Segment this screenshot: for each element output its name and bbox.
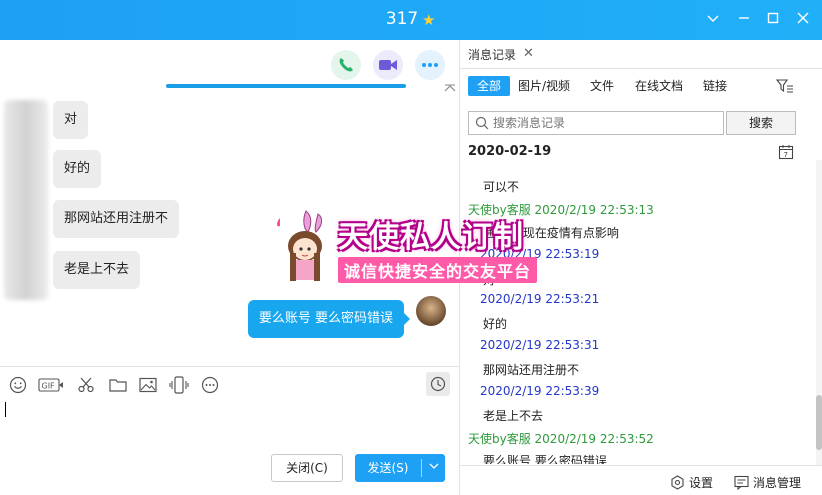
title-bar: 317 ★	[0, 0, 822, 40]
history-search-field[interactable]	[468, 111, 724, 135]
message-manager-button[interactable]: 消息管理	[734, 474, 801, 491]
send-button-label: 发送(S)	[367, 461, 409, 475]
message-manager-label: 消息管理	[753, 476, 802, 490]
svg-text:7: 7	[784, 151, 788, 159]
folder-icon[interactable]	[108, 375, 128, 395]
collapse-up-icon[interactable]	[444, 84, 458, 94]
close-icon[interactable]: ✕	[523, 46, 534, 61]
filter-media[interactable]: 图片/视频	[518, 76, 570, 96]
search-button[interactable]: 搜索	[726, 111, 796, 135]
close-chat-button[interactable]: 关闭(C)	[271, 454, 343, 482]
tab-divider	[460, 68, 822, 69]
settings-label: 设置	[689, 476, 714, 490]
filter-icon[interactable]	[775, 77, 794, 95]
sender-avatar-blurred	[4, 100, 48, 300]
history-meta: 2020/2/19 22:53:39	[480, 384, 600, 398]
composer-toolbar: GIF	[0, 366, 459, 402]
more-options-button[interactable]	[415, 50, 445, 80]
history-footer: 设置 消息管理	[460, 465, 822, 495]
chat-pane: 对 好的 那网站还用注册不 老是上不去 要么账号 要么密码错误 GIF 关闭(C…	[0, 40, 460, 495]
clock-icon	[430, 376, 446, 392]
more-icon	[422, 63, 438, 67]
history-date: 2020-02-19	[468, 144, 552, 159]
emoji-icon[interactable]	[8, 375, 28, 395]
message-bubble: 好的	[53, 150, 102, 188]
filter-files[interactable]: 文件	[590, 76, 614, 96]
close-icon[interactable]	[792, 9, 814, 31]
message-bubble: 老是上不去	[53, 251, 141, 289]
history-meta: 天使by客服 2020/2/19 22:53:52	[468, 432, 654, 446]
history-meta: 2020/2/19 22:53:21	[480, 292, 600, 306]
filter-links[interactable]: 链接	[703, 76, 727, 96]
history-message: 好的	[483, 317, 508, 331]
history-meta: 2020/2/19 22:53:31	[480, 338, 600, 352]
message-manager-icon	[734, 475, 749, 490]
history-message: 对	[483, 273, 496, 287]
calendar-icon[interactable]: 7	[778, 144, 794, 160]
my-avatar[interactable]	[416, 296, 446, 326]
history-row-partial	[468, 162, 816, 164]
contact-name: 317	[385, 9, 419, 29]
video-call-button[interactable]	[373, 50, 403, 80]
minimize-icon[interactable]	[733, 9, 755, 31]
send-options-dropdown[interactable]	[423, 454, 445, 482]
send-divider	[421, 459, 422, 477]
message-bubble: 对	[53, 101, 89, 139]
chevron-down-icon	[429, 463, 439, 469]
filter-all[interactable]: 全部	[468, 76, 511, 96]
voice-call-button[interactable]	[331, 50, 361, 80]
maximize-icon[interactable]	[762, 9, 784, 31]
phone-icon	[339, 58, 353, 72]
star-icon: ★	[421, 11, 436, 29]
search-icon	[475, 116, 489, 130]
svg-text:GIF: GIF	[42, 382, 56, 391]
filter-online-docs[interactable]: 在线文档	[635, 76, 683, 96]
gif-icon[interactable]: GIF	[38, 375, 64, 395]
history-message: 老是上不去	[483, 409, 544, 423]
settings-button[interactable]: 设置	[670, 474, 713, 491]
scrollbar-thumb[interactable]	[816, 395, 822, 450]
chevron-down-icon[interactable]	[702, 9, 724, 31]
phone-shake-icon[interactable]	[169, 375, 189, 395]
message-input[interactable]	[0, 402, 459, 457]
history-pane: 消息记录 ✕ 全部 图片/视频 文件 在线文档 链接 搜索 2020-02-19…	[460, 40, 822, 495]
message-history-button[interactable]	[426, 372, 450, 396]
tab-message-history[interactable]: 消息记录	[468, 46, 516, 63]
gear-icon	[671, 475, 684, 490]
history-meta: 天使by客服 2020/2/19 22:53:13	[468, 203, 654, 217]
more-icon[interactable]	[200, 375, 220, 395]
history-list: 可以不天使by客服 2020/2/19 22:53:13 通知你 现在疫情有点影响…	[460, 162, 816, 464]
history-message: 通知你 现在疫情有点影响	[483, 226, 619, 240]
my-message-bubble: 要么账号 要么密码错误	[247, 300, 411, 338]
search-input[interactable]	[493, 114, 718, 132]
text-caret	[5, 402, 6, 417]
history-message: 那网站还用注册不	[483, 363, 580, 377]
scissors-icon[interactable]	[76, 375, 96, 395]
image-icon[interactable]	[138, 375, 158, 395]
previous-message-edge	[166, 84, 406, 88]
history-message: 可以不	[483, 180, 520, 194]
history-message: 要么账号 要么密码错误	[483, 454, 607, 464]
video-icon	[379, 60, 397, 70]
history-meta: 2020/2/19 22:53:19	[480, 247, 600, 261]
send-button[interactable]: 发送(S)	[355, 454, 445, 482]
window-title: 317 ★	[0, 9, 822, 29]
message-bubble: 那网站还用注册不	[53, 200, 180, 238]
